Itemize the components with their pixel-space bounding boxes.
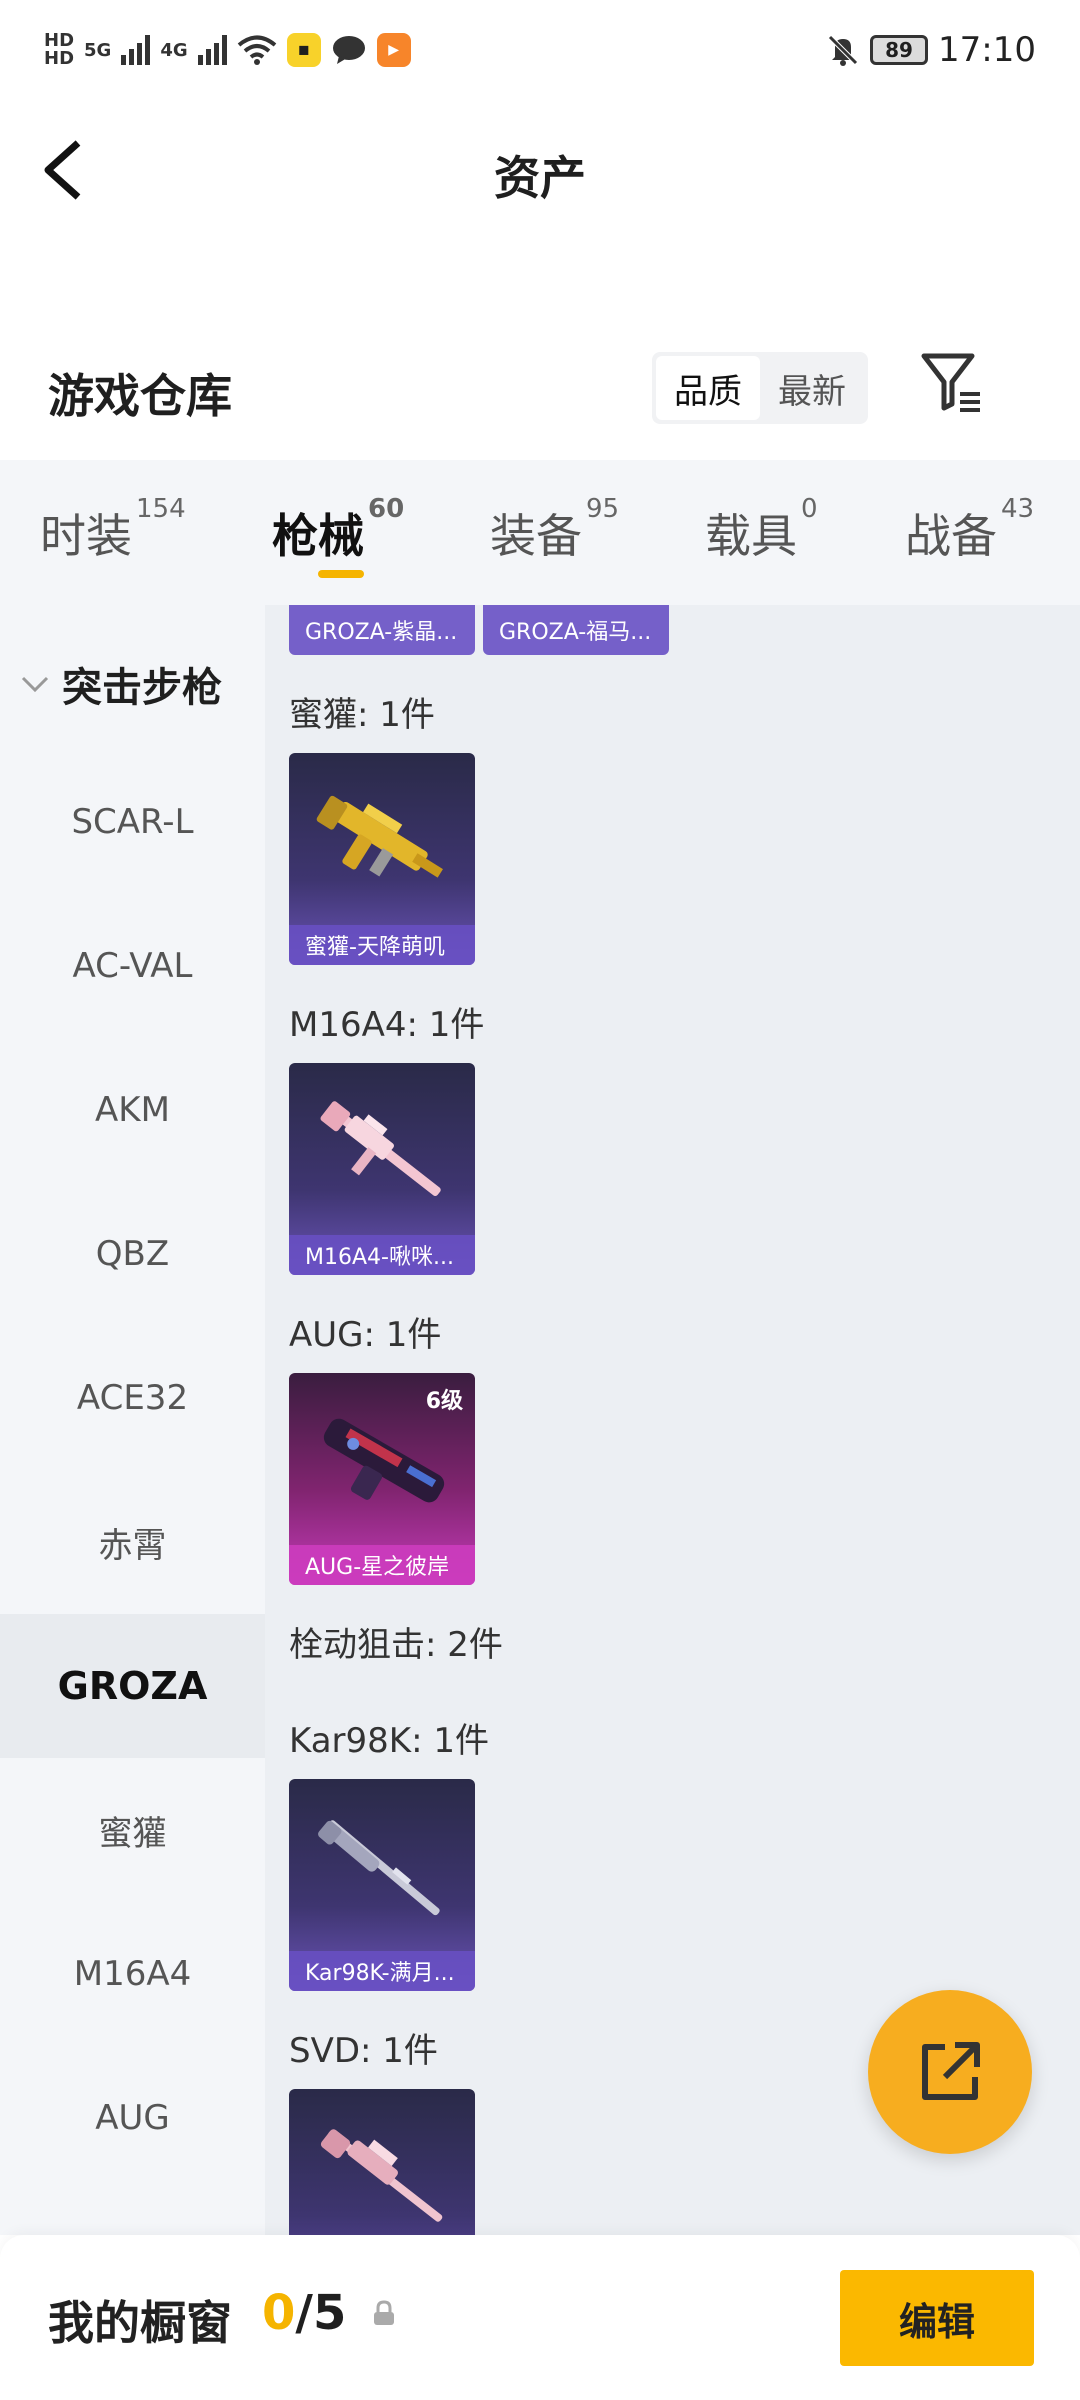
- dark-rifle-icon: [323, 1418, 445, 1503]
- chevron-down-icon: [21, 676, 49, 693]
- tab-fashion[interactable]: 时装 154: [40, 494, 186, 566]
- sidebar-item-groza[interactable]: GROZA: [0, 1614, 265, 1758]
- hd-indicators: HD HD: [44, 32, 74, 68]
- sidebar-group-label: 突击步枪: [62, 665, 222, 711]
- tab-supplies[interactable]: 战备 43: [905, 494, 1034, 566]
- sidebar-group-header[interactable]: 突击步枪: [20, 655, 222, 713]
- tab-label: 战备: [905, 509, 997, 563]
- section-title: 游戏仓库: [48, 369, 232, 423]
- active-tab-indicator: [318, 570, 364, 578]
- signal-icon-2: [197, 35, 227, 65]
- status-left: HD HD 5G 4G ◼ ▶: [44, 32, 411, 68]
- video-app-icon: ▶: [376, 33, 411, 67]
- tab-count: 154: [136, 494, 186, 524]
- tab-vehicles[interactable]: 载具 0: [705, 494, 818, 566]
- status-bar: HD HD 5G 4G ◼ ▶ 89 17:10: [0, 0, 1080, 100]
- network-5g-label: 5G: [84, 39, 112, 61]
- mute-bell-icon: [828, 35, 858, 66]
- edit-button[interactable]: 编辑: [840, 2270, 1034, 2366]
- battery-indicator: 89: [870, 35, 929, 65]
- share-button[interactable]: [868, 1990, 1032, 2154]
- tab-label: 载具: [705, 509, 797, 563]
- sidebar-item-chixiao[interactable]: 赤霄: [0, 1470, 265, 1614]
- sidebar-item-aug[interactable]: AUG: [0, 2046, 265, 2190]
- group-label-honey-badger: 蜜獾: 1件: [289, 695, 435, 735]
- skin-name: AUG-星之彼岸: [289, 1545, 475, 1585]
- section-header: 游戏仓库 品质 最新: [0, 330, 1080, 450]
- weapon-category-sidebar: 突击步枪 SCAR-L AC-VAL AKM QBZ ACE32 赤霄 GROZ…: [0, 605, 265, 2235]
- tab-label: 时装: [40, 509, 132, 563]
- skin-card-m16a4[interactable]: M16A4-啾咪...: [289, 1063, 475, 1275]
- wifi-icon: [237, 35, 276, 65]
- sidebar-item-scar-l[interactable]: SCAR-L: [0, 750, 265, 894]
- skin-name: 蜜獾-天降萌叽: [289, 925, 475, 965]
- group-label-svd: SVD: 1件: [289, 2031, 438, 2071]
- tab-count: 60: [368, 494, 405, 524]
- category-tabs: 时装 154 枪械 60 装备 95 载具 0 战备 43: [0, 460, 1080, 605]
- skin-card-aug[interactable]: 6级 AUG-星之彼岸: [289, 1373, 475, 1585]
- sidebar-item-m16a4[interactable]: M16A4: [0, 1902, 265, 2046]
- message-icon: [332, 36, 365, 64]
- skin-card-groza-2[interactable]: GROZA-福马...: [483, 605, 669, 655]
- group-label-m16a4: M16A4: 1件: [289, 1005, 485, 1045]
- nav-bar: 资产: [0, 100, 1080, 240]
- showcase-count: 0/5: [262, 2285, 346, 2341]
- sort-toggle: 品质 最新: [652, 352, 868, 424]
- tab-label: 装备: [490, 509, 582, 563]
- pink-rifle-icon: [320, 1101, 441, 1197]
- filter-icon: [921, 353, 980, 412]
- lock-icon: [374, 2300, 394, 2325]
- showcase-bar: 我的橱窗 0/5 编辑: [0, 2235, 1080, 2400]
- showcase-title: 我的橱窗: [48, 2296, 232, 2350]
- sidebar-item-qbz[interactable]: QBZ: [0, 1182, 265, 1326]
- skin-name: Kar98K-满月...: [289, 1951, 475, 1991]
- skin-card-svd[interactable]: [289, 2089, 475, 2235]
- tab-label: 枪械: [272, 509, 364, 563]
- golden-smg-icon: [316, 795, 443, 878]
- sort-newest-button[interactable]: 最新: [760, 356, 864, 420]
- network-4g-label: 4G: [160, 39, 188, 61]
- group-label-bolt-sniper: 栓动狙击: 2件: [289, 1625, 503, 1665]
- tab-count: 0: [801, 494, 818, 524]
- signal-icon: [121, 35, 151, 65]
- group-label-aug: AUG: 1件: [289, 1315, 442, 1355]
- tab-guns[interactable]: 枪械 60: [272, 494, 404, 566]
- skin-name: M16A4-啾咪...: [289, 1235, 475, 1275]
- tab-count: 43: [1001, 494, 1035, 524]
- showcase-used-count: 0: [262, 2285, 296, 2341]
- skin-card-groza-1[interactable]: GROZA-紫晶...: [289, 605, 475, 655]
- status-right: 89 17:10: [826, 30, 1036, 70]
- share-external-icon: [922, 2042, 980, 2100]
- hd-badge-2: HD: [44, 48, 75, 69]
- tab-equipment[interactable]: 装备 95: [490, 494, 619, 566]
- app-notification-icon: ◼: [286, 33, 321, 67]
- sidebar-item-honey-badger[interactable]: 蜜獾: [0, 1758, 265, 1902]
- sidebar-item-akm[interactable]: AKM: [0, 1038, 265, 1182]
- skin-card-honey-badger[interactable]: 蜜獾-天降萌叽: [289, 753, 475, 965]
- sidebar-item-ace32[interactable]: ACE32: [0, 1326, 265, 1470]
- page-title: 资产: [494, 151, 586, 205]
- clock: 17:10: [938, 30, 1036, 70]
- skin-card-kar98k[interactable]: Kar98K-满月...: [289, 1779, 475, 1991]
- showcase-total-count: /5: [295, 2285, 347, 2341]
- sort-quality-button[interactable]: 品质: [656, 356, 760, 420]
- silver-sniper-icon: [318, 1820, 440, 1916]
- pink-sniper-icon: [320, 2129, 443, 2222]
- tab-count: 95: [586, 494, 620, 524]
- sidebar-item-ac-val[interactable]: AC-VAL: [0, 894, 265, 1038]
- group-label-kar98k: Kar98K: 1件: [289, 1721, 489, 1761]
- filter-button[interactable]: [920, 350, 990, 430]
